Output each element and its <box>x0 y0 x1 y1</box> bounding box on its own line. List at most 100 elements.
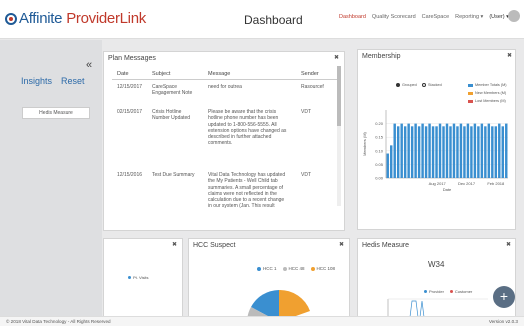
column-header-message[interactable]: Message <box>208 71 230 77</box>
scrollbar[interactable] <box>337 66 341 206</box>
bar[interactable] <box>449 126 452 178</box>
provider-line[interactable] <box>409 300 425 317</box>
message-sender: VDT <box>301 172 311 178</box>
legend-swatch-icon <box>468 91 473 95</box>
bar[interactable] <box>459 123 463 178</box>
bar[interactable] <box>417 126 421 178</box>
bar[interactable] <box>421 123 424 178</box>
bar[interactable] <box>407 123 410 178</box>
y-axis-label: Members (M) <box>362 131 367 155</box>
column-header-date[interactable]: Date <box>117 71 129 77</box>
y-tick-label: 0.00 <box>375 176 384 181</box>
x-axis-label: Date <box>443 187 452 192</box>
radio-icon <box>422 83 426 87</box>
nav-item-reporting[interactable]: Reporting ▾ <box>455 14 483 20</box>
y-tick-label: 0.10 <box>375 148 384 153</box>
message-line: comments. <box>208 140 233 147</box>
avatar[interactable] <box>508 10 520 22</box>
legend-swatch-icon <box>468 99 473 103</box>
bar[interactable] <box>494 126 498 178</box>
x-tick-label: Feb 2018 <box>487 181 505 186</box>
bar[interactable] <box>386 153 389 178</box>
y-tick-label: 0.05 <box>375 162 384 167</box>
nav-item-dashboard[interactable]: Dashboard <box>339 14 366 20</box>
app-logo[interactable]: Affinite ProviderLink <box>5 10 146 27</box>
subject-line: Test Due Summary <box>152 172 195 178</box>
bar[interactable] <box>435 126 438 178</box>
bar[interactable] <box>390 145 393 178</box>
y-tick-label: 0.20 <box>375 121 384 126</box>
legend-label: Member Totals (M) <box>475 83 507 87</box>
bar[interactable] <box>473 123 477 178</box>
bar[interactable] <box>403 126 407 178</box>
tab-reset[interactable]: Reset <box>61 76 85 86</box>
bar[interactable] <box>428 123 431 178</box>
message-date: 02/15/2017 <box>117 109 143 115</box>
collapse-sidebar-button[interactable]: « <box>86 59 92 71</box>
top-bar: Affinite ProviderLink Dashboard Dashboar… <box>0 0 524 39</box>
message-subject: Test Due Summary <box>152 172 206 178</box>
nav-item-user-menu[interactable]: (User) ▾ <box>489 14 509 20</box>
bar[interactable] <box>487 123 491 178</box>
hcc-pie-chart <box>247 289 310 317</box>
nav-item-quality-scorecard[interactable]: Quality Scorecard <box>372 14 416 20</box>
legend-stacked[interactable]: Stacked <box>422 83 442 87</box>
bar[interactable] <box>414 123 417 178</box>
column-header-subject[interactable]: Subject <box>152 71 170 77</box>
hcc-suspect-panel: HCC Suspect ✖ HCC 1 HCC 48 HCC 108 <box>188 238 350 318</box>
bar[interactable] <box>396 126 400 178</box>
bar[interactable] <box>452 123 456 178</box>
nav-item-carespace[interactable]: CareSpace <box>422 14 450 20</box>
bar[interactable] <box>466 123 470 178</box>
column-header-sender[interactable]: Sender <box>301 71 319 77</box>
hedis-chart <box>387 298 488 317</box>
version-text: Version v2.0.3 <box>488 319 518 324</box>
bar[interactable] <box>400 123 403 178</box>
main-nav: Dashboard Quality Scorecard CareSpace Re… <box>339 14 515 20</box>
bar[interactable] <box>456 126 459 178</box>
page-title: Dashboard <box>244 13 303 27</box>
message-sender: VDT <box>301 109 311 115</box>
bar[interactable] <box>480 123 484 178</box>
bar[interactable] <box>484 126 487 178</box>
legend-swatch-icon <box>468 83 473 87</box>
message-body: Vital Data Technology has updated the My… <box>208 172 302 210</box>
legend-member-totals[interactable]: Member Totals (M) <box>468 83 507 87</box>
bar[interactable] <box>393 123 396 178</box>
bar[interactable] <box>424 126 428 178</box>
message-line: need for outrea <box>208 84 242 90</box>
bar[interactable] <box>431 126 435 178</box>
tab-insights[interactable]: Insights <box>21 76 52 86</box>
bar[interactable] <box>442 126 445 178</box>
close-icon[interactable]: ✖ <box>507 52 512 59</box>
legend-grouped[interactable]: Grouped <box>396 83 417 87</box>
membership-panel: Membership ✖ Grouped Stacked Member Tota… <box>357 49 516 230</box>
x-tick-label: Aug 2017 <box>429 181 447 186</box>
close-icon[interactable]: ✖ <box>334 54 339 61</box>
bar[interactable] <box>410 126 414 178</box>
legend-label: New Members (M) <box>475 91 507 95</box>
membership-title: Membership <box>362 53 401 60</box>
pie-slice-hcc-108[interactable] <box>279 289 310 317</box>
logo-icon <box>5 12 17 25</box>
radio-selected-icon <box>396 83 400 87</box>
logo-providerlink-text: ProviderLink <box>66 10 146 27</box>
legend-lost-members[interactable]: Lost Members (M) <box>468 99 506 103</box>
legend-pt-visits[interactable]: Pt. Visits <box>128 275 149 280</box>
bar[interactable] <box>463 126 466 178</box>
close-icon[interactable]: ✖ <box>172 241 177 248</box>
bar[interactable] <box>505 123 508 178</box>
message-body: Please be aware that the crisis hotline … <box>208 109 302 147</box>
legend-label: Lost Members (M) <box>475 99 506 103</box>
y-tick-label: 0.15 <box>375 135 384 140</box>
bar[interactable] <box>445 123 449 178</box>
add-widget-button[interactable]: + <box>493 286 515 308</box>
legend-new-members[interactable]: New Members (M) <box>468 91 506 95</box>
bar[interactable] <box>491 126 494 178</box>
sidebar-item-hedis-measure[interactable]: Hedis Measure <box>22 107 90 119</box>
bar[interactable] <box>501 126 504 178</box>
bar[interactable] <box>438 123 442 178</box>
bar[interactable] <box>498 123 501 178</box>
bar[interactable] <box>470 126 473 178</box>
bar[interactable] <box>477 126 480 178</box>
